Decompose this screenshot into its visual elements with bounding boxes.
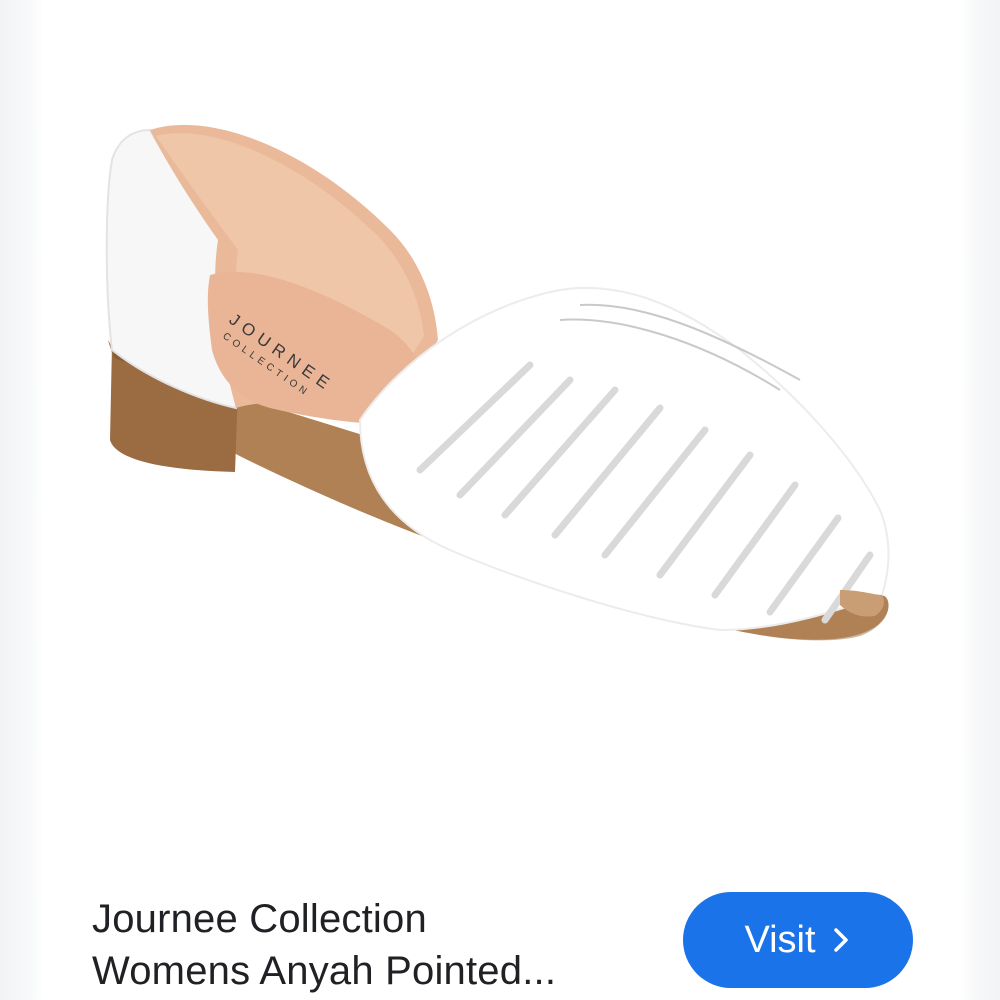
product-title[interactable]: Journee Collection Womens Anyah Pointed.… (92, 893, 672, 997)
chevron-right-icon (830, 925, 852, 955)
product-image[interactable]: JOURNEE COLLECTION (60, 90, 940, 730)
left-edge-shadow (0, 0, 44, 1000)
visit-button[interactable]: Visit (683, 892, 913, 988)
product-title-line-2: Womens Anyah Pointed... (92, 949, 557, 993)
right-edge-shadow (960, 0, 1000, 1000)
product-card: JOURNEE COLLECTION Journee Collection Wo… (0, 0, 1000, 1000)
shoe-illustration: JOURNEE COLLECTION (105, 124, 890, 641)
visit-button-label: Visit (744, 918, 816, 961)
product-title-line-1: Journee Collection (92, 897, 427, 941)
